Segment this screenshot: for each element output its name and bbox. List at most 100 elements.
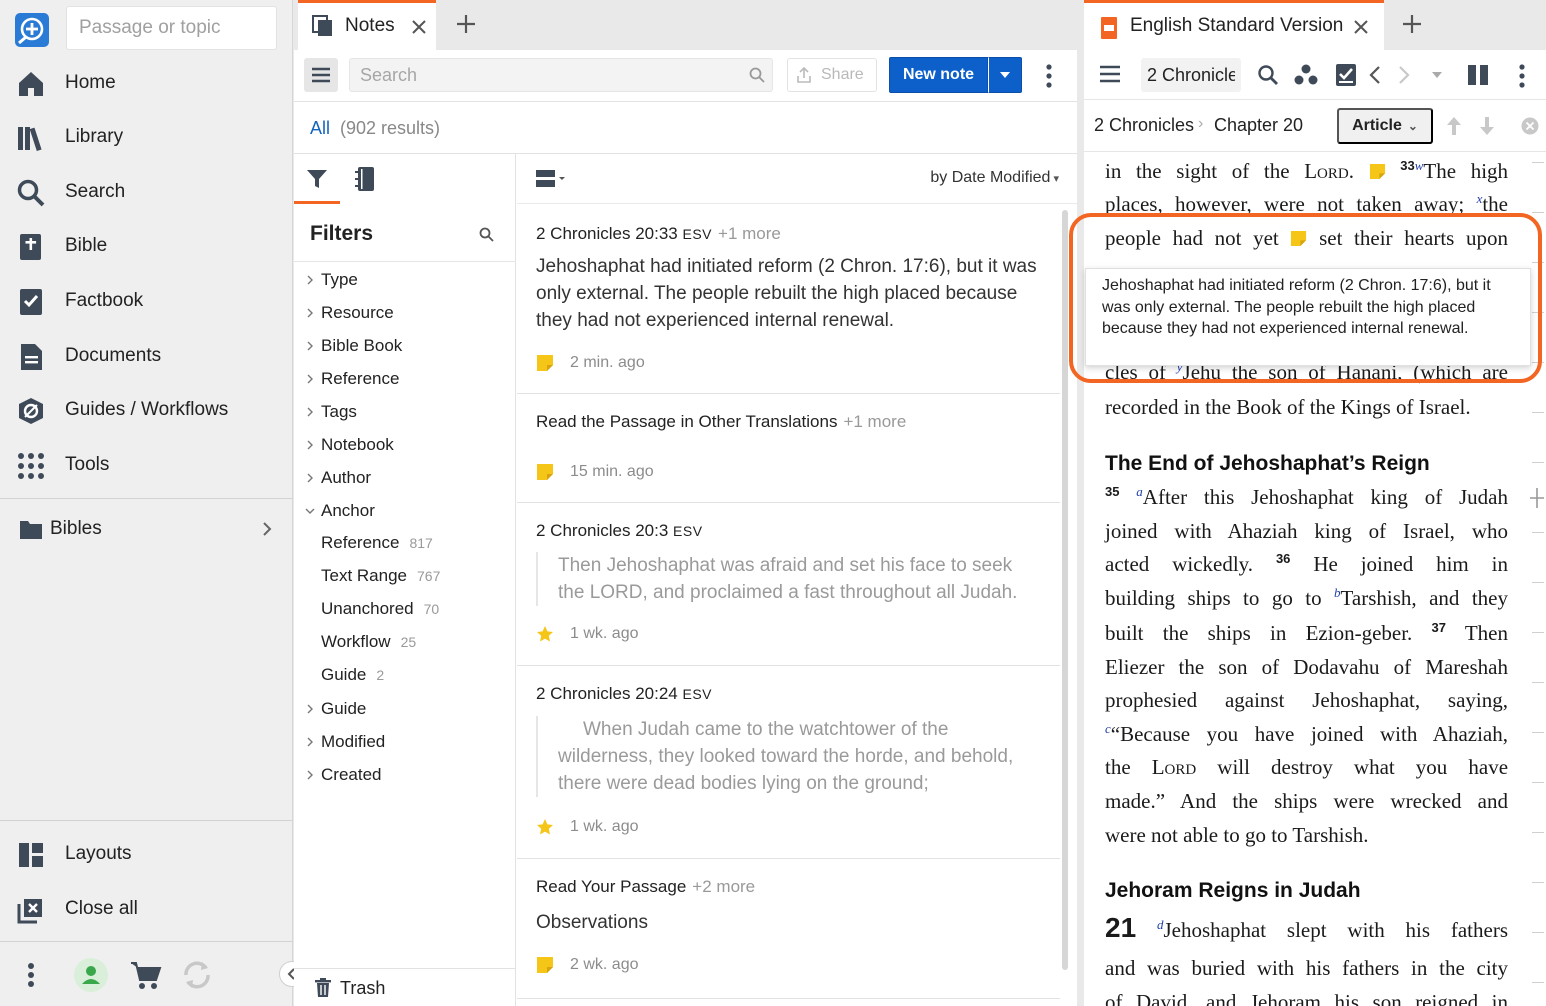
user-avatar-icon[interactable] xyxy=(73,957,109,993)
passage-input[interactable] xyxy=(66,6,277,50)
chevron-right-icon[interactable] xyxy=(305,440,315,450)
filter-tags[interactable]: Tags xyxy=(321,402,357,422)
back-arrow-icon[interactable] xyxy=(1369,65,1381,85)
notes-results-list: by Date Modified ▾ 2 Chronicles 20:33 ES… xyxy=(517,154,1077,1006)
more-vertical-icon[interactable] xyxy=(27,962,35,988)
tab-notes[interactable]: Notes xyxy=(298,0,436,50)
more-vertical-icon[interactable] xyxy=(1518,63,1526,89)
chevron-down-icon[interactable] xyxy=(305,506,315,516)
checklist-icon[interactable] xyxy=(1335,63,1357,87)
nav-factbook[interactable]: Factbook xyxy=(0,275,292,327)
guides-icon xyxy=(16,396,46,426)
filter-author[interactable]: Author xyxy=(321,468,371,488)
nav-guides[interactable]: Guides / Workflows xyxy=(0,384,292,436)
verse-line: of David, and Jehoram his son reigned in xyxy=(1105,990,1508,1006)
chevron-right-icon[interactable] xyxy=(305,737,315,747)
bible-reference-input[interactable] xyxy=(1141,58,1241,92)
sync-icon[interactable] xyxy=(180,958,214,992)
split-view-icon[interactable] xyxy=(1467,64,1489,86)
note-card[interactable]: 2 Chronicles 20:33 ESV +1 more Jehoshapha… xyxy=(517,206,1060,394)
menu-icon[interactable] xyxy=(1100,65,1120,83)
nav-search[interactable]: Search xyxy=(0,166,292,218)
clear-icon[interactable] xyxy=(1521,117,1539,135)
add-tab-icon[interactable] xyxy=(456,14,476,34)
factbook-icon xyxy=(16,287,46,317)
nav-close-all[interactable]: Close all xyxy=(0,883,292,935)
add-tab-icon[interactable] xyxy=(1402,14,1422,34)
arrow-down-icon[interactable] xyxy=(1479,116,1495,136)
chevron-right-icon[interactable] xyxy=(305,374,315,384)
sticky-note-icon[interactable] xyxy=(1369,159,1386,183)
chevron-right-icon[interactable] xyxy=(305,308,315,318)
trash-button[interactable]: Trash xyxy=(294,968,516,1006)
chevron-right-icon[interactable] xyxy=(305,341,315,351)
nav-bible[interactable]: Bible xyxy=(0,220,292,272)
scrollbar-thumb[interactable] xyxy=(1062,210,1068,970)
filters-title: Filters xyxy=(310,222,374,245)
arrow-up-icon[interactable] xyxy=(1446,116,1462,136)
note-body: Jehoshaphat had initiated reform (2 Chro… xyxy=(536,256,1037,331)
nav-layouts[interactable]: Layouts xyxy=(0,828,292,880)
anchor-filter-item[interactable]: Unanchored 70 xyxy=(321,599,439,619)
tab-esv-label: English Standard Version xyxy=(1130,15,1344,36)
filter-search-icon[interactable] xyxy=(479,227,494,242)
ruler-plus-icon[interactable] xyxy=(1530,488,1544,508)
anchor-filter-item[interactable]: Text Range 767 xyxy=(321,566,440,586)
nav-home[interactable]: Home xyxy=(0,57,292,109)
history-dropdown-icon[interactable] xyxy=(1431,71,1443,79)
menu-icon[interactable] xyxy=(304,58,338,92)
filter-created[interactable]: Created xyxy=(321,765,381,785)
filter-type[interactable]: Type xyxy=(321,270,358,290)
new-note-button[interactable]: New note xyxy=(889,57,988,93)
anchor-filter-item[interactable]: Reference 817 xyxy=(321,533,433,553)
all-results-link[interactable]: All xyxy=(310,118,330,139)
close-icon[interactable] xyxy=(1354,20,1368,34)
sidebar-item-bibles[interactable]: Bibles xyxy=(0,505,292,553)
forward-arrow-icon[interactable] xyxy=(1398,65,1410,85)
nav-documents[interactable]: Documents xyxy=(0,330,292,382)
chevron-right-icon[interactable] xyxy=(305,407,315,417)
filter-notebook[interactable]: Notebook xyxy=(321,435,394,455)
breadcrumb-chapter[interactable]: Chapter 20 xyxy=(1214,115,1303,136)
chevron-right-icon[interactable] xyxy=(305,704,315,714)
trash-icon xyxy=(314,978,332,998)
notebook-tab-icon[interactable] xyxy=(354,166,376,192)
new-note-dropdown-button[interactable] xyxy=(988,57,1022,93)
notes-tab-bar: Notes xyxy=(294,0,1077,50)
note-card[interactable]: Read the Passage in Other Translations +1… xyxy=(517,394,1060,503)
search-icon xyxy=(749,67,765,83)
anchor-filter-item[interactable]: Workflow 25 xyxy=(321,632,416,652)
note-card[interactable]: Read Your Passage +2 more Observations 2 … xyxy=(517,859,1060,999)
article-dropdown-button[interactable]: Article ⌄ xyxy=(1337,108,1433,144)
filter-guide[interactable]: Guide xyxy=(321,699,366,719)
nav-tools[interactable]: Tools xyxy=(0,439,292,491)
notes-search-input[interactable] xyxy=(349,58,773,92)
note-card[interactable]: 2 Chronicles 20:3 ESV Then Jehoshaphat w… xyxy=(517,503,1060,666)
esv-resource-icon xyxy=(1100,16,1118,40)
share-button[interactable]: Share xyxy=(787,58,877,92)
note-reference: 2 Chronicles 20:3 ESV xyxy=(536,521,703,540)
filter-reference[interactable]: Reference xyxy=(321,369,399,389)
cart-icon[interactable] xyxy=(130,960,162,990)
filter-anchor[interactable]: Anchor xyxy=(321,501,375,521)
filter-resource[interactable]: Resource xyxy=(321,303,394,323)
note-card[interactable]: 2 Chronicles 20:24 ESV When Judah came t… xyxy=(517,666,1060,859)
anchor-filter-item[interactable]: Guide 2 xyxy=(321,665,384,685)
filter-modified[interactable]: Modified xyxy=(321,732,385,752)
chevron-right-icon[interactable] xyxy=(305,275,315,285)
sort-dropdown[interactable]: by Date Modified ▾ xyxy=(930,169,1059,187)
filter-tab[interactable] xyxy=(294,154,340,204)
visual-filter-icon[interactable] xyxy=(1294,64,1318,86)
search-icon[interactable] xyxy=(1257,64,1279,86)
close-icon[interactable] xyxy=(412,20,426,34)
section-heading: The End of Jehoshaphat’s Reign xyxy=(1105,452,1430,475)
tab-esv[interactable]: English Standard Version xyxy=(1084,0,1384,50)
chevron-right-icon[interactable] xyxy=(305,473,315,483)
chevron-right-icon[interactable] xyxy=(305,770,315,780)
breadcrumb-book[interactable]: 2 Chronicles xyxy=(1094,115,1194,136)
view-mode-icon[interactable] xyxy=(535,168,569,190)
filter-bible-book[interactable]: Bible Book xyxy=(321,336,402,356)
logos-logo-icon[interactable] xyxy=(14,12,50,48)
nav-library[interactable]: Library xyxy=(0,111,292,163)
more-vertical-icon[interactable] xyxy=(1045,63,1053,89)
